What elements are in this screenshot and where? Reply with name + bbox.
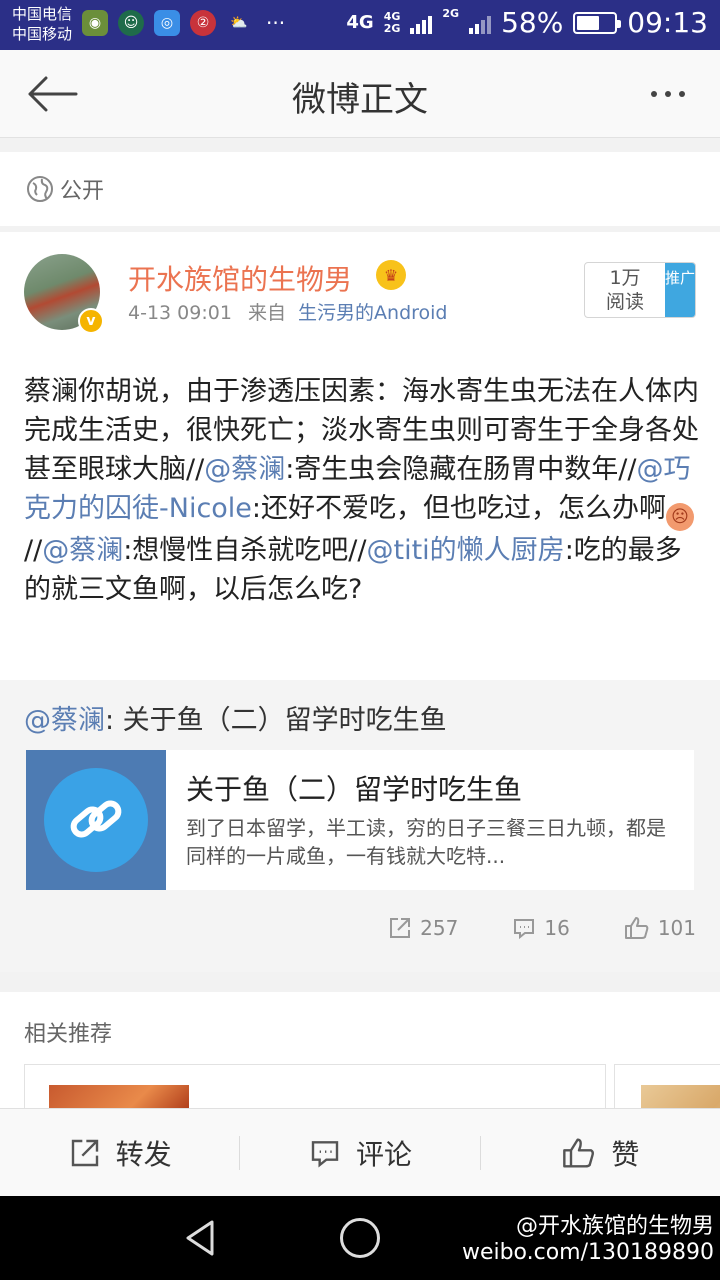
angry-face-emoji-icon: ☹ (666, 503, 695, 531)
signal-icon (410, 12, 433, 34)
status-right: 4G 4G 2G 2G 58% 09:13 (346, 6, 708, 39)
post-time: 4-13 09:01 (128, 302, 232, 324)
comment-count: 16 (544, 916, 570, 940)
more-dot-icon (665, 91, 671, 97)
signal-icon-2 (469, 12, 492, 34)
share-icon (71, 1139, 98, 1166)
promote-button[interactable]: 推广 (665, 263, 695, 317)
watermark-handle: @开水族馆的生物男 (515, 1214, 714, 1239)
verified-badge-icon: v (78, 308, 104, 334)
status-bar: 中国电信 中国移动 ◉ ☺ ◎ ② ⛅ ··· 4G 4G 2G 2G 58% … (0, 0, 720, 50)
crown-icon[interactable]: ♛ (376, 260, 406, 290)
mention-link[interactable]: @蔡澜 (42, 535, 123, 566)
like-button-label: 赞 (611, 1137, 640, 1171)
globe-icon (27, 176, 53, 202)
title-bar: 微博正文 (0, 50, 720, 138)
comment-button[interactable]: 评论 (240, 1133, 479, 1173)
nav-back-icon[interactable] (180, 1218, 220, 1258)
watermark-url: weibo.com/130189890 (461, 1240, 714, 1265)
post-text: 蔡澜你胡说，由于渗透压因素：海水寄生虫无法在人体内完成生活史，很快死亡；淡水寄生… (24, 372, 700, 609)
link-card-description: 到了日本留学，半工读，穷的日子三餐三日九顿，都是同样的一片咸鱼，一有钱就大吃特.… (186, 816, 666, 868)
contact-notification-icon: ☺ (118, 10, 144, 36)
carrier-1: 中国电信 (12, 5, 73, 23)
app-notification-icon: ◉ (82, 10, 108, 36)
post-text-segment: :寄生虫会隐藏在肠胃中数年// (285, 454, 637, 485)
comment-button-label: 评论 (355, 1137, 412, 1171)
thumbs-up-icon (563, 1137, 595, 1168)
like-button[interactable]: 赞 (481, 1133, 720, 1173)
system-nav-bar: @开水族馆的生物男 weibo.com/130189890 (0, 1196, 720, 1280)
network-type-third: 2G (442, 7, 460, 20)
author-name[interactable]: 开水族馆的生物男 (128, 258, 352, 298)
post-meta: 4-13 09:01 来自 生污男的Android (128, 298, 448, 325)
repost-stat[interactable]: 257 (388, 916, 458, 940)
mention-link[interactable]: @titi的懒人厨房 (367, 535, 565, 566)
browser-notification-icon: ◎ (154, 10, 180, 36)
source-prefix: 来自 (247, 302, 286, 324)
badge-notification-icon: ② (190, 10, 216, 36)
repost-count: 257 (420, 916, 459, 940)
battery-icon (573, 11, 622, 34)
comment-icon (514, 919, 535, 940)
repost-text-body: : 关于鱼（二）留学时吃生鱼 (105, 705, 447, 736)
post-stats: 257 16 101 (388, 916, 696, 940)
watermark: @开水族馆的生物男 weibo.com/130189890 (462, 1214, 714, 1266)
more-dot-icon (651, 91, 657, 97)
like-stat[interactable]: 101 (624, 916, 696, 940)
action-bar: 转发 评论 赞 (0, 1108, 720, 1196)
carrier-2: 中国移动 (12, 25, 73, 43)
link-icon (44, 768, 148, 872)
post-text-segment: :想慢性自杀就吃吧// (123, 535, 367, 566)
battery-percent: 58% (501, 6, 564, 39)
more-options-button[interactable] (638, 76, 698, 112)
comment-stat[interactable]: 16 (512, 916, 570, 940)
network-type: 4G (346, 12, 374, 33)
visibility-row: 公开 (0, 152, 720, 226)
clock: 09:13 (627, 6, 708, 39)
comment-icon (311, 1140, 339, 1167)
nav-home-icon[interactable] (340, 1218, 380, 1258)
post-text-segment: :还好不爱吃，但也吃过，怎么办啊 (251, 493, 667, 524)
more-dot-icon (679, 91, 685, 97)
post-card: v 开水族馆的生物男 ♛ 4-13 09:01 来自 生污男的Android 1… (0, 232, 720, 972)
post-source-link[interactable]: 生污男的Android (298, 302, 447, 324)
read-count-box[interactable]: 1万 阅读 推广 (584, 262, 696, 318)
mention-link[interactable]: @蔡澜 (24, 705, 105, 736)
link-card[interactable]: 关于鱼（二）留学时吃生鱼 到了日本留学，半工读，穷的日子三餐三日九顿，都是同样的… (26, 750, 694, 890)
more-notifications-icon: ··· (266, 11, 286, 35)
read-count-value: 1万 (609, 267, 641, 289)
like-count: 101 (657, 916, 696, 940)
visibility-label: 公开 (60, 179, 105, 204)
repost-text: @蔡澜: 关于鱼（二）留学时吃生鱼 (24, 698, 447, 737)
post-text-segment: // (24, 535, 43, 566)
link-card-title: 关于鱼（二）留学时吃生鱼 (186, 773, 523, 806)
repost-button-label: 转发 (115, 1137, 172, 1171)
carrier-info: 中国电信 中国移动 (12, 4, 72, 44)
notification-icons: ◉ ☺ ◎ ② ⛅ ··· (82, 10, 285, 36)
reposted-content[interactable]: @蔡澜: 关于鱼（二）留学时吃生鱼 关于鱼（二）留学时吃生鱼 到了日本留学，半工… (0, 680, 720, 972)
related-title: 相关推荐 (24, 1022, 113, 1047)
thumbs-up-icon (624, 917, 649, 939)
network-type-secondary: 4G 2G (383, 9, 401, 35)
read-count-label: 阅读 (605, 291, 644, 313)
page-title: 微博正文 (292, 80, 428, 120)
share-icon (390, 918, 411, 938)
mention-link[interactable]: @蔡澜 (204, 454, 285, 485)
weather-icon: ⛅ (230, 15, 248, 31)
link-thumbnail (26, 750, 166, 890)
read-count: 1万 阅读 (585, 263, 665, 317)
repost-button[interactable]: 转发 (0, 1133, 239, 1173)
